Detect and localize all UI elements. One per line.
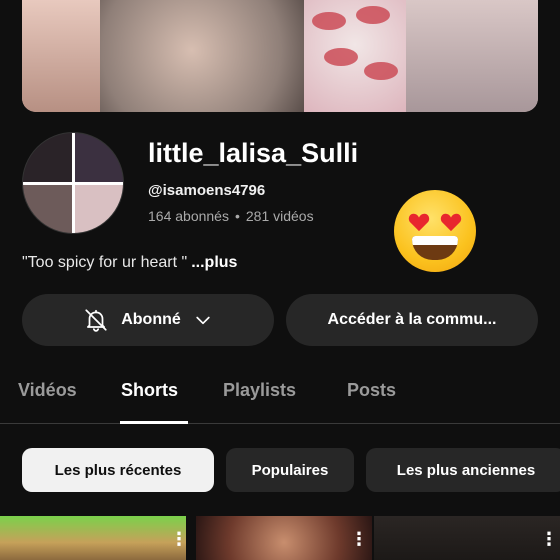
- subscriber-count: 164 abonnés: [148, 208, 229, 224]
- channel-stats: 164 abonnés • 281 vidéos: [148, 208, 314, 224]
- channel-description[interactable]: "Too spicy for ur heart " ...plus: [22, 254, 237, 272]
- active-tab-indicator: [120, 421, 188, 424]
- channel-avatar[interactable]: [22, 132, 124, 234]
- banner-photo: [406, 0, 538, 112]
- community-button[interactable]: Accéder à la commu...: [286, 294, 538, 346]
- community-label: Accéder à la commu...: [327, 311, 497, 328]
- tab-shorts[interactable]: Shorts: [121, 380, 178, 401]
- stats-separator: •: [234, 208, 240, 224]
- description-text: "Too spicy for ur heart ": [22, 254, 188, 271]
- channel-banner: [22, 0, 538, 112]
- tab-videos[interactable]: Vidéos: [18, 380, 77, 401]
- subscribed-button[interactable]: Abonné: [22, 294, 274, 346]
- more-vertical-icon[interactable]: ⋮: [540, 530, 558, 550]
- tab-posts[interactable]: Posts: [347, 380, 396, 401]
- banner-photo: [22, 0, 100, 112]
- channel-handle: @isamoens4796: [148, 182, 266, 199]
- heart-eyes-emoji: [394, 190, 476, 272]
- more-link[interactable]: ...plus: [191, 254, 237, 271]
- filter-chip-popular[interactable]: Populaires: [226, 448, 354, 492]
- video-count: 281 vidéos: [245, 208, 314, 224]
- shorts-thumbnail[interactable]: ⋮: [196, 516, 372, 560]
- subscribed-label: Abonné: [121, 311, 181, 328]
- channel-name: little_lalisa_Sulli: [148, 138, 359, 168]
- tab-playlists[interactable]: Playlists: [223, 380, 296, 401]
- more-vertical-icon[interactable]: ⋮: [350, 530, 368, 550]
- shorts-thumbnail[interactable]: ⋮: [374, 516, 560, 560]
- channel-tabs: Vidéos Shorts Playlists Posts: [0, 372, 560, 424]
- banner-photo: [100, 0, 304, 112]
- filter-chip-oldest[interactable]: Les plus anciennes: [366, 448, 560, 492]
- more-vertical-icon[interactable]: ⋮: [170, 530, 186, 550]
- shorts-thumbnail[interactable]: ⋮: [0, 516, 186, 560]
- banner-lips-art: [304, 0, 406, 112]
- bell-off-icon: [85, 309, 107, 332]
- chevron-down-icon: [196, 316, 210, 325]
- filter-chip-recent[interactable]: Les plus récentes: [22, 448, 214, 492]
